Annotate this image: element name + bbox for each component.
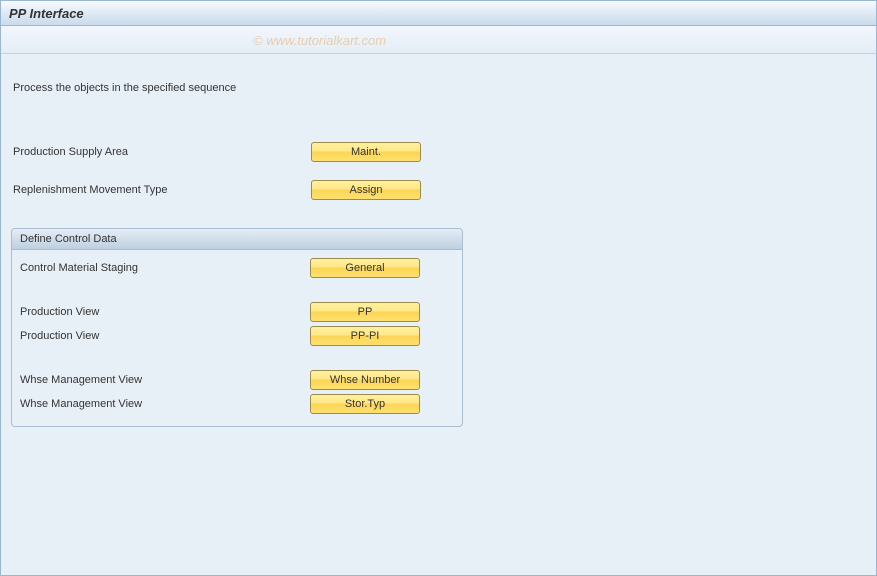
row-whse-mgmt-number: Whse Management View Whse Number	[12, 368, 462, 392]
general-button[interactable]: General	[310, 258, 420, 278]
row-replenishment-movement-type: Replenishment Movement Type Assign	[11, 178, 866, 202]
window-title: PP Interface	[9, 6, 84, 21]
window-title-bar: PP Interface	[1, 1, 876, 26]
group-title: Define Control Data	[12, 229, 462, 250]
label-whse-mgmt-number: Whse Management View	[12, 374, 310, 386]
row-control-material-staging: Control Material Staging General	[12, 256, 462, 280]
maint-button[interactable]: Maint.	[311, 142, 421, 162]
label-whse-mgmt-stortyp: Whse Management View	[12, 398, 310, 410]
row-production-view-pppi: Production View PP-PI	[12, 324, 462, 348]
label-production-supply-area: Production Supply Area	[11, 146, 311, 158]
sap-window: PP Interface © www.tutorialkart.com Proc…	[0, 0, 877, 576]
label-control-material-staging: Control Material Staging	[12, 262, 310, 274]
pp-button[interactable]: PP	[310, 302, 420, 322]
spacer	[12, 348, 462, 368]
label-production-view-pppi: Production View	[12, 330, 310, 342]
group-body: Control Material Staging General Product…	[12, 250, 462, 416]
label-production-view-pp: Production View	[12, 306, 310, 318]
whse-number-button[interactable]: Whse Number	[310, 370, 420, 390]
assign-button[interactable]: Assign	[311, 180, 421, 200]
watermark-text: © www.tutorialkart.com	[253, 33, 386, 48]
pppi-button[interactable]: PP-PI	[310, 326, 420, 346]
stortyp-button[interactable]: Stor.Typ	[310, 394, 420, 414]
row-production-view-pp: Production View PP	[12, 300, 462, 324]
row-whse-mgmt-stortyp: Whse Management View Stor.Typ	[12, 392, 462, 416]
label-replenishment-movement-type: Replenishment Movement Type	[11, 184, 311, 196]
toolbar-strip: © www.tutorialkart.com	[1, 26, 876, 54]
spacer	[12, 280, 462, 300]
row-production-supply-area: Production Supply Area Maint.	[11, 140, 866, 164]
content-area: Process the objects in the specified seq…	[1, 54, 876, 437]
group-define-control-data: Define Control Data Control Material Sta…	[11, 228, 463, 427]
instruction-text: Process the objects in the specified seq…	[11, 64, 866, 106]
